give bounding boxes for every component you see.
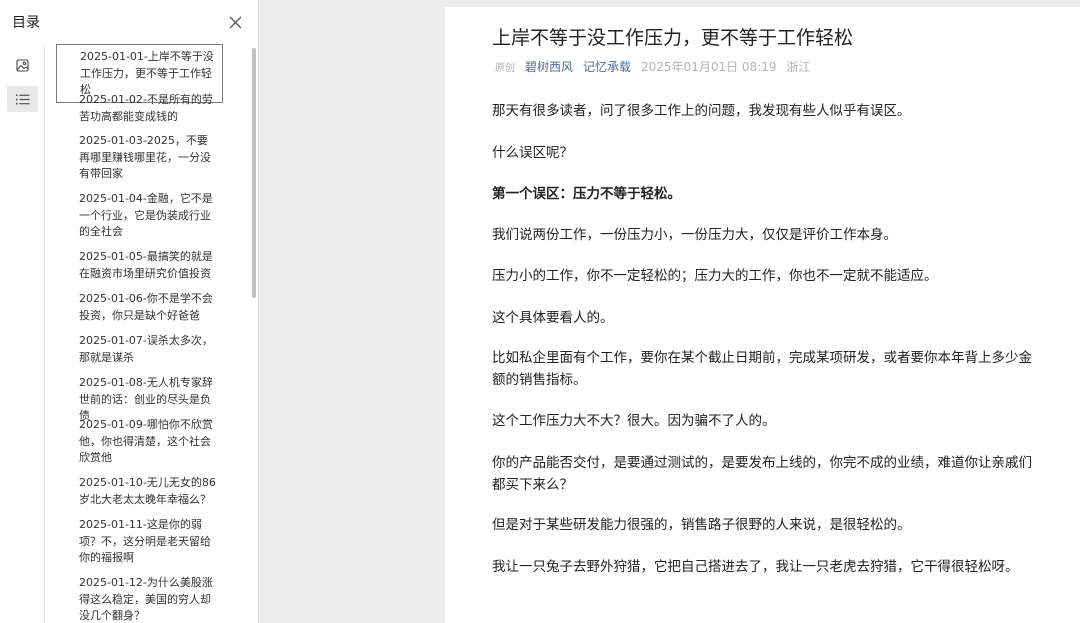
toc-item[interactable]: 2025-01-10-无儿无女的86岁北大老太太晚年幸福么？ [56,471,223,511]
section-heading: 第一个误区：压力不等于轻松。 [492,186,681,202]
toc-sidebar: 目录 2025-01-01-上岸不等于没工作压力，更不等于工作轻松 2025-0… [0,0,259,623]
article-title: 上岸不等于没工作压力，更不等于工作轻松 [492,27,854,49]
toc-item[interactable]: 2025-01-09-哪怕你不欣赏他，你也得清楚，这个社会欣赏他 [56,413,223,470]
sidebar-title: 目录 [12,15,40,31]
toc-scrollbar[interactable] [252,48,256,298]
toc-item[interactable]: 2025-01-07-误杀太多次，那就是谋杀 [56,329,223,369]
toc-item[interactable]: 2025-01-12-为什么美股涨得这么稳定，美国的穷人却没几个翻身？ [56,571,223,623]
paragraph: 我们说两份工作，一份压力小，一份压力大，仅仅是评价工作本身。 [492,227,897,243]
paragraph: 压力小的工作，你不一定轻松的；压力大的工作，你也不一定就不能适应。 [492,268,938,284]
paragraph: 你的产品能否交付，是要通过测试的，是要发布上线的，你完不成的业绩，难道你让亲戚们… [492,455,1032,493]
article-meta: 原创 碧树西风 记忆承载 2025年01月01日 08:19 浙江 [495,58,811,75]
toc-list: 2025-01-01-上岸不等于没工作压力，更不等于工作轻松 2025-01-0… [45,44,259,623]
paragraph: 那天有很多读者，问了很多工作上的问题，我发现有些人似乎有误区。 [492,103,911,119]
author-link[interactable]: 碧树西风 [525,58,573,75]
list-icon[interactable] [7,86,38,112]
toc-item[interactable]: 2025-01-05-最搞笑的就是在融资市场里研究价值投资 [56,245,223,285]
article-panel: 上岸不等于没工作压力，更不等于工作轻松 原创 碧树西风 记忆承载 2025年01… [445,7,1080,623]
close-icon[interactable] [226,13,244,31]
paragraph: 我让一只兔子去野外狩猎，它把自己搭进去了，我让一只老虎去狩猎，它干得很轻松呀。 [492,559,1019,575]
original-tag: 原创 [495,63,515,74]
paragraph: 比如私企里面有个工作，要你在某个截止日期前，完成某项研发，或者要你本年背上多少金… [492,350,1032,388]
toc-item[interactable]: 2025-01-06-你不是学不会投资，你只是缺个好爸爸 [56,287,223,327]
publish-time: 2025年01月01日 08:19 [641,60,777,74]
toc-item[interactable]: 2025-01-11-这是你的弱项？不，这分明是老天留给你的福报啊 [56,513,223,570]
toc-item[interactable]: 2025-01-02-不是所有的劳苦功高都能变成钱的 [56,88,223,128]
publish-location: 浙江 [786,60,811,74]
paragraph: 但是对于某些研发能力很强的，销售路子很野的人来说，是很轻松的。 [492,517,911,533]
sidebar-header: 目录 [0,0,258,44]
paragraph: 这个工作压力大不大？很大。因为骗不了人的。 [492,413,776,429]
toc-item[interactable]: 2025-01-03-2025，不要再哪里赚钱哪里花，一分没有带回家 [56,129,223,186]
paragraph: 这个具体要看人的。 [492,310,614,326]
paragraph: 什么误区呢？ [492,145,573,161]
image-icon[interactable] [7,52,38,78]
toc-item[interactable]: 2025-01-04-金融，它不是一个行业，它是伪装成行业的全社会 [56,187,223,244]
sidebar-rail [0,44,45,623]
account-link[interactable]: 记忆承载 [583,58,631,75]
